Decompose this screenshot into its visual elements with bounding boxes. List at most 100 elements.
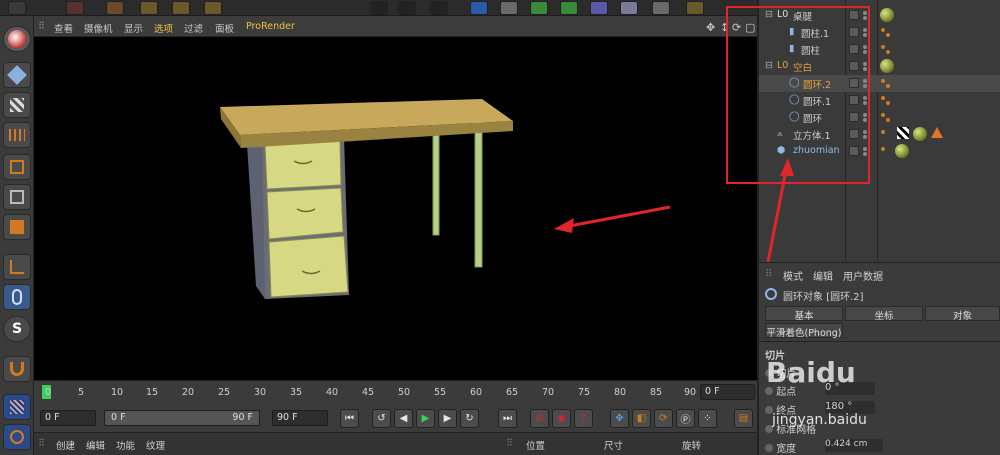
goto-start-icon[interactable]: ⏮ <box>340 409 359 428</box>
cube-primitive-icon[interactable] <box>470 1 488 15</box>
tab-basic[interactable]: 基本 <box>765 306 843 322</box>
key-scale-icon[interactable]: ◧ <box>632 409 651 428</box>
prev-frame-icon[interactable]: ◀ <box>394 409 413 428</box>
magnet-icon[interactable] <box>3 356 31 382</box>
record-icon[interactable]: ⊘ <box>530 409 549 428</box>
key-parameter-icon[interactable]: Ⓟ <box>676 409 695 428</box>
tab-phong[interactable]: 平滑着色(Phong) <box>765 323 843 339</box>
phong-tag-icon[interactable] <box>881 130 885 134</box>
snap-icon[interactable]: S <box>3 316 31 342</box>
menu-camera[interactable]: 摄像机 <box>84 21 113 35</box>
phong-tag-icon[interactable] <box>881 96 885 100</box>
menu-view[interactable]: 查看 <box>54 21 73 35</box>
polygons-mode-icon[interactable] <box>3 214 31 240</box>
anim-dot-icon[interactable] <box>765 444 773 452</box>
annotation-arrow-head <box>554 218 574 233</box>
scale-icon[interactable] <box>140 1 158 15</box>
keyframe-selection-icon[interactable]: ? <box>574 409 593 428</box>
menu-panel[interactable]: 面板 <box>215 21 234 35</box>
menu-texture[interactable]: 纹理 <box>146 438 165 452</box>
material-tag-icon[interactable] <box>895 144 909 158</box>
tweak-mode-icon[interactable] <box>3 284 31 310</box>
texture-mode-icon[interactable] <box>3 92 31 118</box>
floor-icon[interactable] <box>620 1 638 15</box>
play-icon[interactable]: ▶ <box>416 409 435 428</box>
move-icon[interactable] <box>106 1 124 15</box>
key-pla-icon[interactable]: ⁘ <box>698 409 717 428</box>
scene-icon[interactable] <box>590 1 608 15</box>
timeline-ruler[interactable]: 0 5 10 15 20 25 30 35 40 45 50 55 60 65 … <box>34 380 757 404</box>
start-frame-field[interactable]: 0 F <box>40 410 96 426</box>
phong-tag-icon[interactable] <box>881 79 885 83</box>
arrow-head <box>780 158 794 176</box>
menu-mode[interactable]: 模式 <box>783 268 803 283</box>
grip-icon: ⠿ <box>765 269 773 280</box>
phong-tag-icon[interactable] <box>886 33 890 37</box>
menu-filter[interactable]: 过滤 <box>184 21 203 35</box>
phong-tag-icon[interactable] <box>886 101 890 105</box>
render-picture-icon[interactable] <box>398 1 416 15</box>
spline-icon[interactable] <box>500 1 518 15</box>
menu-edit[interactable]: 编辑 <box>813 268 833 283</box>
prev-key-icon[interactable]: ↺ <box>372 409 391 428</box>
3d-viewport[interactable] <box>34 37 757 380</box>
phong-tag-icon[interactable] <box>881 147 885 151</box>
material-tag-icon[interactable] <box>880 59 894 73</box>
menu-display[interactable]: 显示 <box>124 21 143 35</box>
render-view-icon[interactable] <box>370 1 388 15</box>
phong-tag-icon[interactable] <box>886 50 890 54</box>
tab-object[interactable]: 对象 <box>925 306 1000 322</box>
next-frame-icon[interactable]: ▶ <box>438 409 457 428</box>
menu-function[interactable]: 功能 <box>116 438 135 452</box>
workplane-lock-icon[interactable] <box>3 424 31 450</box>
menu-create[interactable]: 创建 <box>56 438 75 452</box>
tick: 35 <box>290 387 303 398</box>
points-mode-icon[interactable] <box>3 154 31 180</box>
range-start-label: 0 F <box>111 412 126 423</box>
tick: 50 <box>398 387 411 398</box>
undo-icon[interactable] <box>66 1 84 15</box>
camera-icon[interactable] <box>652 1 670 15</box>
deformer-icon[interactable] <box>560 1 578 15</box>
timeline-window-icon[interactable]: ▤ <box>734 409 753 428</box>
edges-mode-icon[interactable] <box>3 184 31 210</box>
phong-tag-icon[interactable] <box>881 28 885 32</box>
goto-end-icon[interactable]: ⏭ <box>498 409 517 428</box>
warning-tag-icon[interactable] <box>931 127 943 138</box>
menu-prorender[interactable]: ProRender <box>246 21 295 32</box>
uvw-tag-icon[interactable] <box>897 127 909 139</box>
generator-icon[interactable] <box>530 1 548 15</box>
material-tag-icon[interactable] <box>913 127 927 141</box>
rotate-icon[interactable] <box>172 1 190 15</box>
next-key-icon[interactable]: ↻ <box>460 409 479 428</box>
range-slider[interactable]: 0 F 90 F <box>104 410 260 426</box>
tab-coord[interactable]: 坐标 <box>845 306 923 322</box>
menu-edit[interactable]: 编辑 <box>86 438 105 452</box>
key-rotation-icon[interactable]: ⟳ <box>654 409 673 428</box>
grip-icon: ⠿ <box>38 21 45 32</box>
phong-tag-icon[interactable] <box>886 84 890 88</box>
menu-icon[interactable] <box>8 1 26 15</box>
drawer-middle <box>266 187 344 240</box>
axis-icon[interactable] <box>204 1 222 15</box>
menu-options[interactable]: 选项 <box>154 21 173 35</box>
render-settings-icon[interactable] <box>430 1 448 15</box>
phong-tag-icon[interactable] <box>881 45 885 49</box>
phong-tag-icon[interactable] <box>881 113 885 117</box>
axis-mode-icon[interactable] <box>3 254 31 280</box>
key-position-icon[interactable]: ✥ <box>610 409 629 428</box>
menu-user-data[interactable]: 用户数据 <box>843 268 883 283</box>
tick: 75 <box>578 387 591 398</box>
view-sphere-icon[interactable] <box>3 26 31 52</box>
autokey-icon[interactable]: ◉ <box>552 409 571 428</box>
light-icon[interactable] <box>686 1 704 15</box>
lock-grid-icon[interactable] <box>3 394 31 420</box>
workplane-icon[interactable] <box>3 122 31 148</box>
phong-tag-icon[interactable] <box>886 118 890 122</box>
attribute-title: 圆环对象 [圆环.2] <box>783 292 864 303</box>
current-frame-field[interactable]: 0 F <box>700 384 755 400</box>
model-mode-icon[interactable] <box>3 62 31 88</box>
end-frame-field[interactable]: 90 F <box>272 410 328 426</box>
material-tag-icon[interactable] <box>880 8 894 22</box>
move-view-icon[interactable]: ✥ <box>706 21 715 34</box>
